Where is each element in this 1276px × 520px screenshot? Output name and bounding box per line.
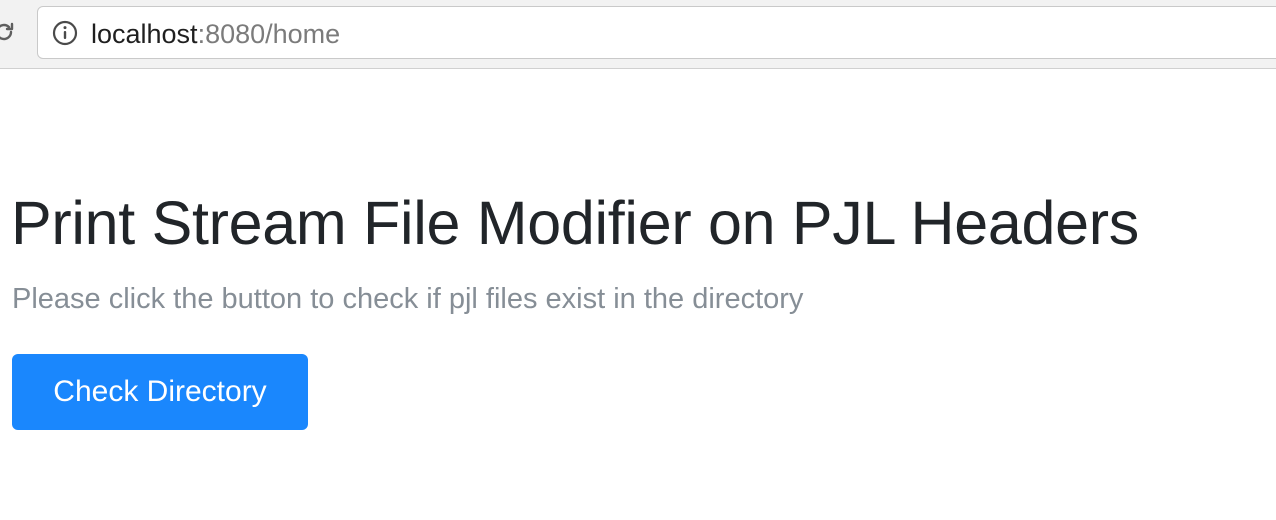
page-title: Print Stream File Modifier on PJL Header… (11, 189, 1139, 257)
info-icon[interactable] (52, 20, 78, 46)
url-host: localhost (91, 19, 198, 49)
url-text[interactable]: localhost:8080/home (91, 19, 340, 49)
reload-icon[interactable] (0, 20, 16, 44)
address-bar[interactable]: localhost:8080/home (37, 6, 1276, 59)
url-path: :8080/home (197, 19, 341, 49)
page-description: Please click the button to check if pjl … (12, 283, 804, 315)
check-directory-button[interactable]: Check Directory (12, 354, 308, 430)
browser-toolbar: localhost:8080/home (0, 0, 1276, 69)
